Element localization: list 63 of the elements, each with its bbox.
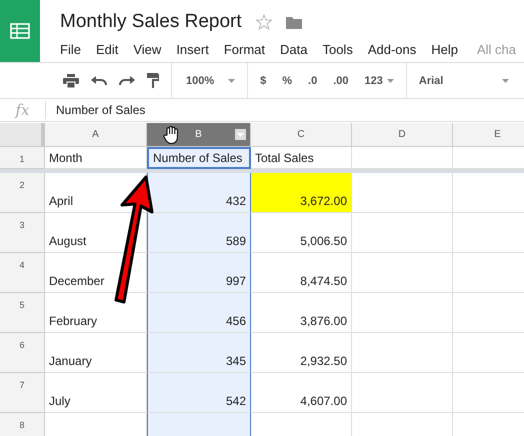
menu-item[interactable]: Format (224, 42, 265, 57)
row-header[interactable]: 1 (0, 147, 45, 169)
formula-label: fx (0, 101, 46, 119)
caret-icon (228, 78, 236, 82)
table-cell[interactable]: 997 (147, 253, 251, 293)
row-header[interactable]: 8 (0, 413, 45, 436)
document-title: Monthly Sales Report (60, 11, 242, 33)
paint-roller-icon[interactable] (147, 73, 159, 88)
increase-decimals-button[interactable]: .00 (333, 74, 349, 86)
row-header[interactable]: 4 (0, 253, 45, 293)
column-header[interactable]: C (251, 123, 352, 147)
table-cell[interactable]: 542 (147, 373, 251, 413)
star-icon[interactable] (256, 14, 272, 30)
font-dropdown[interactable]: Arial (418, 74, 509, 86)
column-label: E (494, 129, 501, 140)
table-cell[interactable]: 589 (147, 213, 251, 253)
table-cell[interactable]: 345 (147, 333, 251, 373)
menu-item[interactable]: View (133, 42, 162, 57)
menu-item[interactable]: Data (280, 42, 308, 57)
menu-item[interactable]: Add-ons (368, 42, 416, 57)
row-header[interactable]: 2 (0, 173, 45, 213)
hand-cursor-icon (163, 126, 180, 144)
table-cell[interactable]: 3,672.00 (251, 173, 352, 213)
column-header[interactable]: D (352, 123, 453, 147)
column-label: A (92, 129, 99, 140)
row-header[interactable]: 5 (0, 293, 45, 333)
column-header[interactable]: E (453, 123, 524, 147)
caret-icon (502, 78, 509, 82)
redo-icon[interactable] (119, 76, 135, 86)
menu-item[interactable]: Edit (96, 42, 118, 57)
row-header[interactable]: 6 (0, 333, 45, 373)
decrease-decimals-button[interactable]: .0 (308, 74, 318, 86)
table-cell[interactable]: 432 (147, 173, 251, 213)
menu-item[interactable]: Insert (176, 42, 209, 57)
menu-item[interactable]: Tools (322, 42, 353, 57)
undo-icon[interactable] (91, 76, 107, 86)
table-cell[interactable]: Number of Sales (147, 147, 251, 169)
table-cell[interactable]: 3,876.00 (251, 293, 352, 333)
caret-icon (386, 78, 394, 82)
percent-format-button[interactable]: % (282, 74, 292, 86)
zoom-dropdown[interactable]: 100% (186, 74, 236, 86)
currency-format-button[interactable]: $ (260, 74, 266, 86)
row-header[interactable]: 7 (0, 373, 45, 413)
folder-icon[interactable] (286, 16, 302, 28)
column-header[interactable]: A (45, 123, 147, 147)
select-all-corner[interactable] (0, 123, 45, 147)
dropdown-icon[interactable] (235, 129, 246, 140)
row-header[interactable]: 3 (0, 213, 45, 253)
menu-item[interactable]: Help (431, 42, 458, 57)
table-cell[interactable]: 8,474.50 (251, 253, 352, 293)
more-formats-dropdown[interactable]: 123 (364, 74, 394, 86)
formula-field[interactable]: Number of Sales (46, 103, 146, 117)
print-icon[interactable] (63, 74, 79, 88)
table-cell[interactable]: 4,607.00 (251, 373, 352, 413)
sheets-logo-icon[interactable] (0, 0, 40, 62)
column-label: B (195, 129, 202, 140)
column-header[interactable]: B (147, 123, 251, 147)
table-cell[interactable]: 2,932.50 (251, 333, 352, 373)
column-label: D (398, 129, 406, 140)
table-cell[interactable]: 456 (147, 293, 251, 333)
column-label: C (297, 129, 305, 140)
menu-item[interactable]: File (60, 42, 81, 57)
table-cell[interactable]: 5,006.50 (251, 213, 352, 253)
